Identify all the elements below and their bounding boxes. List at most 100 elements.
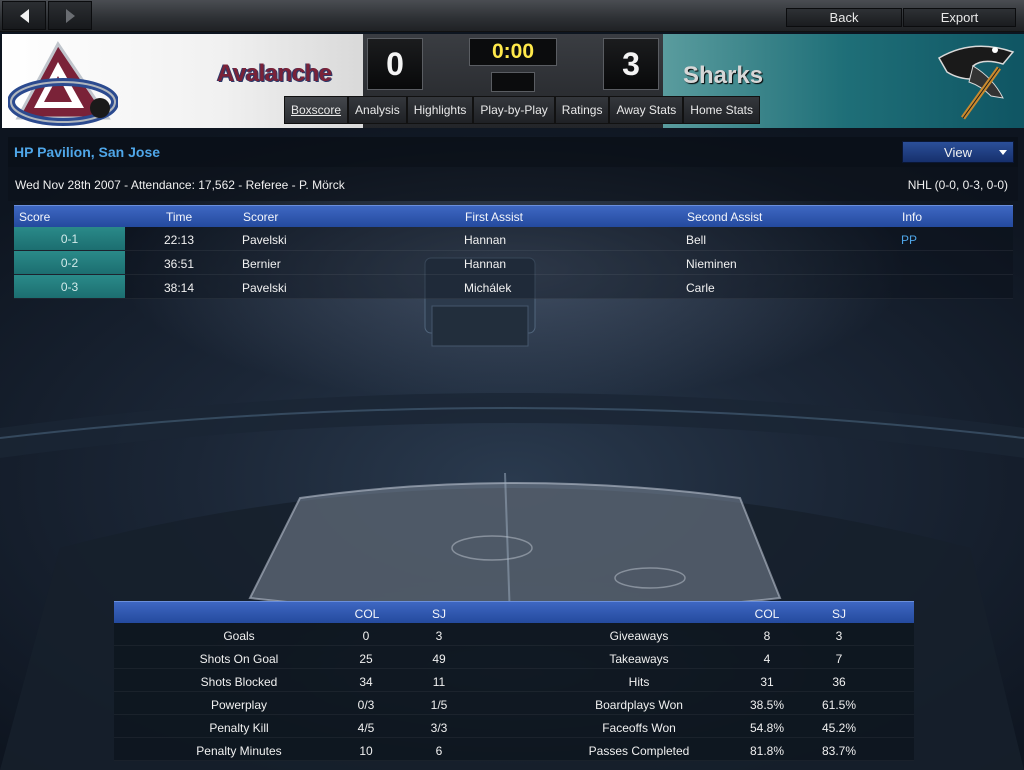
stat-label: Penalty Kill	[209, 721, 269, 735]
goal-time: 38:14	[164, 281, 195, 295]
back-button[interactable]: Back	[786, 8, 902, 27]
goals-table: Score Time Scorer First Assist Second As…	[14, 205, 1013, 299]
nav-back-button[interactable]	[2, 1, 46, 30]
stat-sj-value: 61.5%	[821, 698, 857, 712]
tab-ratings[interactable]: Ratings	[554, 96, 610, 124]
goal-second-assist[interactable]: Bell	[686, 233, 706, 247]
col-first-assist[interactable]: First Assist	[465, 210, 523, 224]
stat-row: Penalty Minutes 10 6 Passes Completed 81…	[114, 738, 914, 761]
tab-play-by-play[interactable]: Play-by-Play	[473, 96, 555, 124]
stat-col-value: 38.5%	[749, 698, 785, 712]
col-scorer[interactable]: Scorer	[243, 210, 278, 224]
goal-score: 0-1	[14, 227, 125, 250]
top-toolbar: Back Export	[0, 0, 1024, 32]
stat-row: Penalty Kill 4/5 3/3 Faceoffs Won 54.8% …	[114, 715, 914, 738]
venue-header: HP Pavilion, San Jose View	[8, 137, 1018, 167]
home-team-name: Avalanche	[217, 60, 332, 87]
stat-row: Goals 0 3 Giveaways 8 3	[114, 623, 914, 646]
stat-sj-value: 45.2%	[821, 721, 857, 735]
stat-col-value: 31	[760, 675, 774, 689]
stat-label: Goals	[223, 629, 255, 643]
stat-sj-value: 83.7%	[821, 744, 857, 758]
table-row[interactable]: 0-1 22:13 Pavelski Hannan Bell PP	[14, 227, 1013, 251]
col-sj-left: SJ	[431, 607, 447, 621]
game-info-bar: Wed Nov 28th 2007 - Attendance: 17,562 -…	[8, 167, 1018, 201]
stat-row: Powerplay 0/3 1/5 Boardplays Won 38.5% 6…	[114, 692, 914, 715]
stat-label: Takeaways	[609, 652, 669, 666]
arrow-left-icon	[19, 8, 29, 23]
goal-time: 22:13	[164, 233, 195, 247]
chevron-down-icon	[999, 150, 1007, 155]
col-col-right: COL	[754, 607, 780, 621]
stat-row: Shots On Goal 25 49 Takeaways 4 7	[114, 646, 914, 669]
goal-first-assist[interactable]: Hannan	[464, 233, 506, 247]
stat-label: Faceoffs Won	[602, 721, 676, 735]
stat-sj-value: 49	[432, 652, 446, 666]
sharks-logo-icon	[937, 45, 1015, 120]
col-time[interactable]: Time	[166, 210, 192, 224]
goal-first-assist[interactable]: Michálek	[464, 281, 511, 295]
goal-score: 0-3	[14, 275, 125, 298]
stat-col-value: 0/3	[357, 698, 375, 712]
stat-label: Penalty Minutes	[196, 744, 282, 758]
col-col-left: COL	[354, 607, 380, 621]
goals-table-header: Score Time Scorer First Assist Second As…	[14, 205, 1013, 227]
game-details: Wed Nov 28th 2007 - Attendance: 17,562 -…	[15, 178, 345, 192]
venue-name: HP Pavilion, San Jose	[14, 144, 161, 160]
col-info[interactable]: Info	[902, 210, 922, 224]
goal-second-assist[interactable]: Nieminen	[686, 257, 737, 271]
stat-col-value: 54.8%	[749, 721, 785, 735]
stat-sj-value: 36	[832, 675, 846, 689]
stat-sj-value: 6	[435, 744, 443, 758]
col-score[interactable]: Score	[19, 210, 50, 224]
nav-forward-button[interactable]	[48, 1, 92, 30]
stat-label: Shots On Goal	[199, 652, 279, 666]
stat-col-value: 4/5	[357, 721, 375, 735]
away-score: 3	[603, 38, 659, 90]
goal-score: 0-2	[14, 251, 125, 274]
tab-away-stats[interactable]: Away Stats	[609, 96, 684, 124]
goal-info: PP	[901, 233, 918, 247]
goal-scorer[interactable]: Pavelski	[242, 281, 287, 295]
period-indicator	[491, 72, 535, 92]
view-label: View	[944, 144, 972, 160]
tab-boxscore[interactable]: Boxscore	[284, 96, 349, 124]
table-row[interactable]: 0-2 36:51 Bernier Hannan Nieminen	[14, 251, 1013, 275]
goal-second-assist[interactable]: Carle	[686, 281, 715, 295]
stat-col-value: 34	[359, 675, 373, 689]
stat-sj-value: 3	[835, 629, 843, 643]
stat-label: Shots Blocked	[200, 675, 278, 689]
stat-col-value: 81.8%	[749, 744, 785, 758]
col-second-assist[interactable]: Second Assist	[687, 210, 762, 224]
stat-col-value: 4	[763, 652, 771, 666]
stat-col-value: 0	[362, 629, 370, 643]
arrow-right-icon	[65, 8, 75, 23]
col-sj-right: SJ	[831, 607, 847, 621]
stat-col-value: 25	[359, 652, 373, 666]
tab-analysis[interactable]: Analysis	[348, 96, 407, 124]
stat-sj-value: 1/5	[430, 698, 448, 712]
tab-home-stats[interactable]: Home Stats	[683, 96, 760, 124]
stat-row: Shots Blocked 34 11 Hits 31 36	[114, 669, 914, 692]
table-row[interactable]: 0-3 38:14 Pavelski Michálek Carle	[14, 275, 1013, 299]
stat-sj-value: 11	[432, 675, 446, 689]
stat-label: Giveaways	[609, 629, 669, 643]
stat-label: Passes Completed	[588, 744, 690, 758]
export-button[interactable]: Export	[903, 8, 1016, 27]
goal-time: 36:51	[164, 257, 195, 271]
view-dropdown-button[interactable]: View	[902, 141, 1014, 163]
game-clock: 0:00	[469, 38, 557, 66]
league-summary: NHL (0-0, 0-3, 0-0)	[907, 178, 1008, 192]
tab-highlights[interactable]: Highlights	[406, 96, 474, 124]
goal-first-assist[interactable]: Hannan	[464, 257, 506, 271]
avalanche-logo-icon	[8, 41, 118, 126]
tab-bar: Boxscore Analysis Highlights Play-by-Pla…	[284, 96, 760, 124]
goal-scorer[interactable]: Pavelski	[242, 233, 287, 247]
goal-scorer[interactable]: Bernier	[242, 257, 281, 271]
stat-label: Hits	[628, 675, 650, 689]
stat-label: Powerplay	[210, 698, 268, 712]
stat-sj-value: 3/3	[430, 721, 448, 735]
away-team-name: Sharks	[683, 62, 764, 89]
scoreboard: Avalanche 0 0:00 3 Sharks Boxscore Analy…	[0, 32, 1024, 128]
stat-sj-value: 7	[835, 652, 843, 666]
